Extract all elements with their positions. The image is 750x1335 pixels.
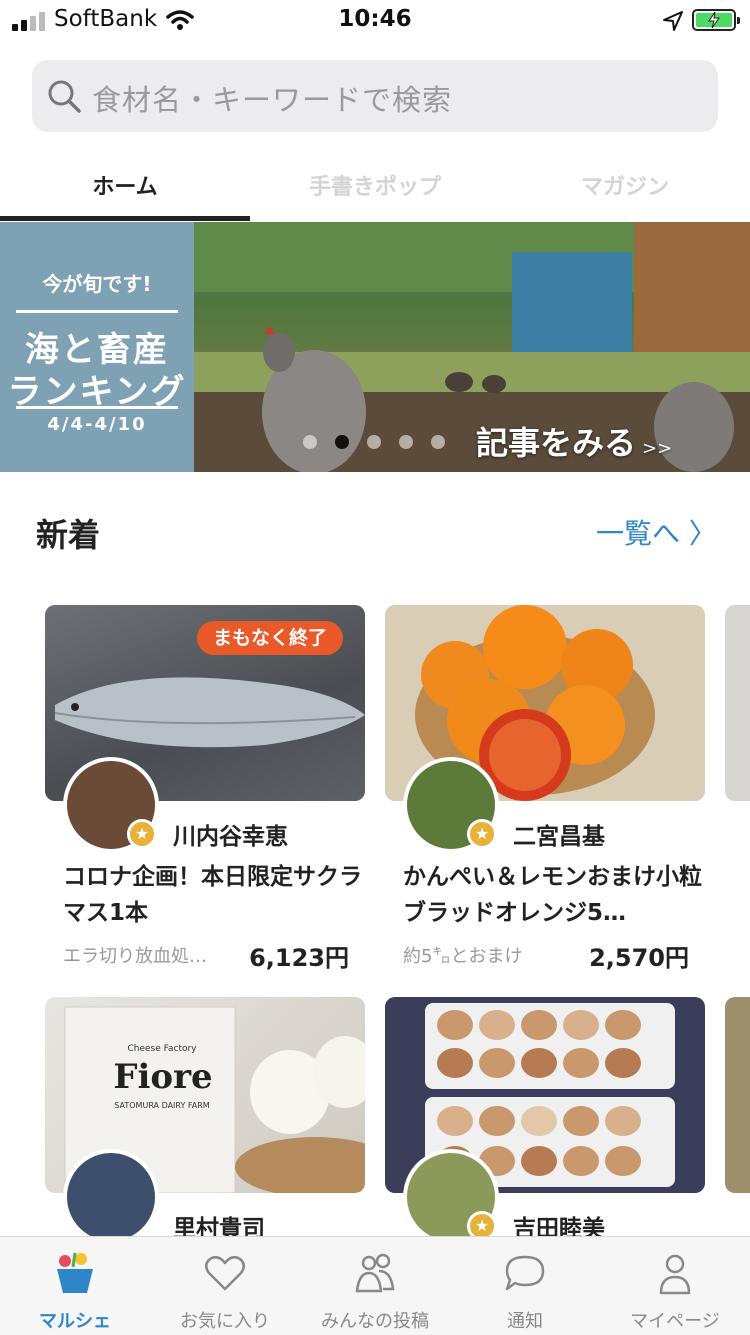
carousel-dot-active[interactable] (335, 435, 349, 449)
search-icon (48, 80, 81, 113)
product-price: 6,123円 (249, 944, 349, 972)
people-icon (355, 1253, 395, 1293)
farmer-name[interactable]: 二宮昌基 (513, 817, 605, 851)
carousel-dot[interactable] (399, 435, 413, 449)
search-bar[interactable]: 食材名・キーワードで検索 (32, 60, 718, 132)
product-card-peek[interactable] (725, 997, 750, 1193)
bottom-tab-bar: マルシェ お気に入り みんなの投稿 通知 マイページ (0, 1236, 750, 1335)
nav-my-page[interactable]: マイページ (600, 1237, 750, 1335)
active-tab-indicator (0, 216, 250, 221)
banner-cta[interactable]: 記事をみる >> (476, 418, 672, 464)
banner-dates: 4/4-4/10 (47, 414, 147, 435)
nav-label: マルシェ (39, 1311, 111, 1332)
search-placeholder: 食材名・キーワードで検索 (92, 83, 453, 117)
marche-basket-icon (57, 1252, 93, 1293)
carousel-dot[interactable] (303, 435, 317, 449)
farmer-name[interactable]: 川内谷幸恵 (173, 817, 288, 851)
nav-marche[interactable]: マルシェ (0, 1237, 150, 1335)
medal-icon (467, 819, 497, 849)
banner-divider (16, 406, 178, 409)
avatar[interactable] (63, 1149, 159, 1245)
tab-handwritten-pop[interactable]: 手書きポップ (250, 160, 500, 220)
nav-label: みんなの投稿 (321, 1311, 429, 1332)
tab-magazine[interactable]: マガジン (500, 160, 750, 220)
product-card[interactable]: 二宮昌基 かんぺい＆レモンおまけ小粒ブラッドオレンジ5… 約5㌔とおまけ 2,5… (385, 605, 705, 985)
clock: 10:46 (338, 6, 412, 32)
nav-label: お気に入り (180, 1311, 270, 1332)
see-all-link[interactable]: 一覧へ 〉 (596, 512, 717, 552)
tab-home[interactable]: ホーム (0, 160, 250, 220)
heart-icon (205, 1255, 245, 1291)
nav-community-posts[interactable]: みんなの投稿 (300, 1237, 450, 1335)
nav-label: マイページ (630, 1311, 720, 1332)
section-title: 新着 (36, 516, 101, 554)
banner-ranking-panel: 今が旬です! 海と畜産 ランキング 4/4-4/10 (0, 222, 194, 472)
nav-label: 通知 (507, 1311, 543, 1332)
product-card[interactable]: Cheese Factory Fiore SATOMURA DAIRY FARM… (45, 997, 365, 1245)
chat-bubble-icon (505, 1255, 545, 1291)
product-title: コロナ企画！本日限定サクラマス1本 (63, 864, 362, 926)
banner-season-text: 今が旬です! (42, 272, 152, 296)
hero-banner[interactable]: 今が旬です! 海と畜産 ランキング 4/4-4/10 記事をみる >> (0, 222, 750, 472)
status-bar: SoftBank 10:46 (0, 0, 750, 44)
person-icon (659, 1254, 691, 1295)
product-price: 2,570円 (589, 944, 689, 972)
cheese-maker-text: Cheese Factory (127, 1044, 197, 1054)
medal-icon (127, 819, 157, 849)
nav-favorites[interactable]: お気に入り (150, 1237, 300, 1335)
banner-divider (16, 310, 178, 313)
product-subtitle: 約5㌔とおまけ (403, 946, 523, 967)
banner-cta-arrow: >> (642, 438, 673, 459)
ending-soon-badge: まもなく終了 (197, 621, 344, 655)
carousel-pagination[interactable] (303, 434, 463, 453)
product-card[interactable]: 吉田睦美 (385, 997, 705, 1245)
carousel-dot[interactable] (431, 435, 445, 449)
nav-notifications[interactable]: 通知 (450, 1237, 600, 1335)
cheese-farm-text: SATOMURA DAIRY FARM (114, 1101, 210, 1110)
product-title: かんぺい＆レモンおまけ小粒ブラッドオレンジ5… (403, 864, 702, 926)
product-card-peek[interactable] (725, 605, 750, 801)
cheese-brand-text: Fiore (113, 1057, 213, 1097)
carousel-dot[interactable] (367, 435, 381, 449)
product-card[interactable]: まもなく終了 川内谷幸恵 コロナ企画！本日限定サクラマス1本 エラ切り放血処… … (45, 605, 365, 985)
banner-cta-label: 記事をみる (476, 424, 637, 462)
battery-icon (692, 9, 740, 31)
location-arrow-icon (663, 11, 683, 31)
product-subtitle: エラ切り放血処… (63, 946, 207, 967)
